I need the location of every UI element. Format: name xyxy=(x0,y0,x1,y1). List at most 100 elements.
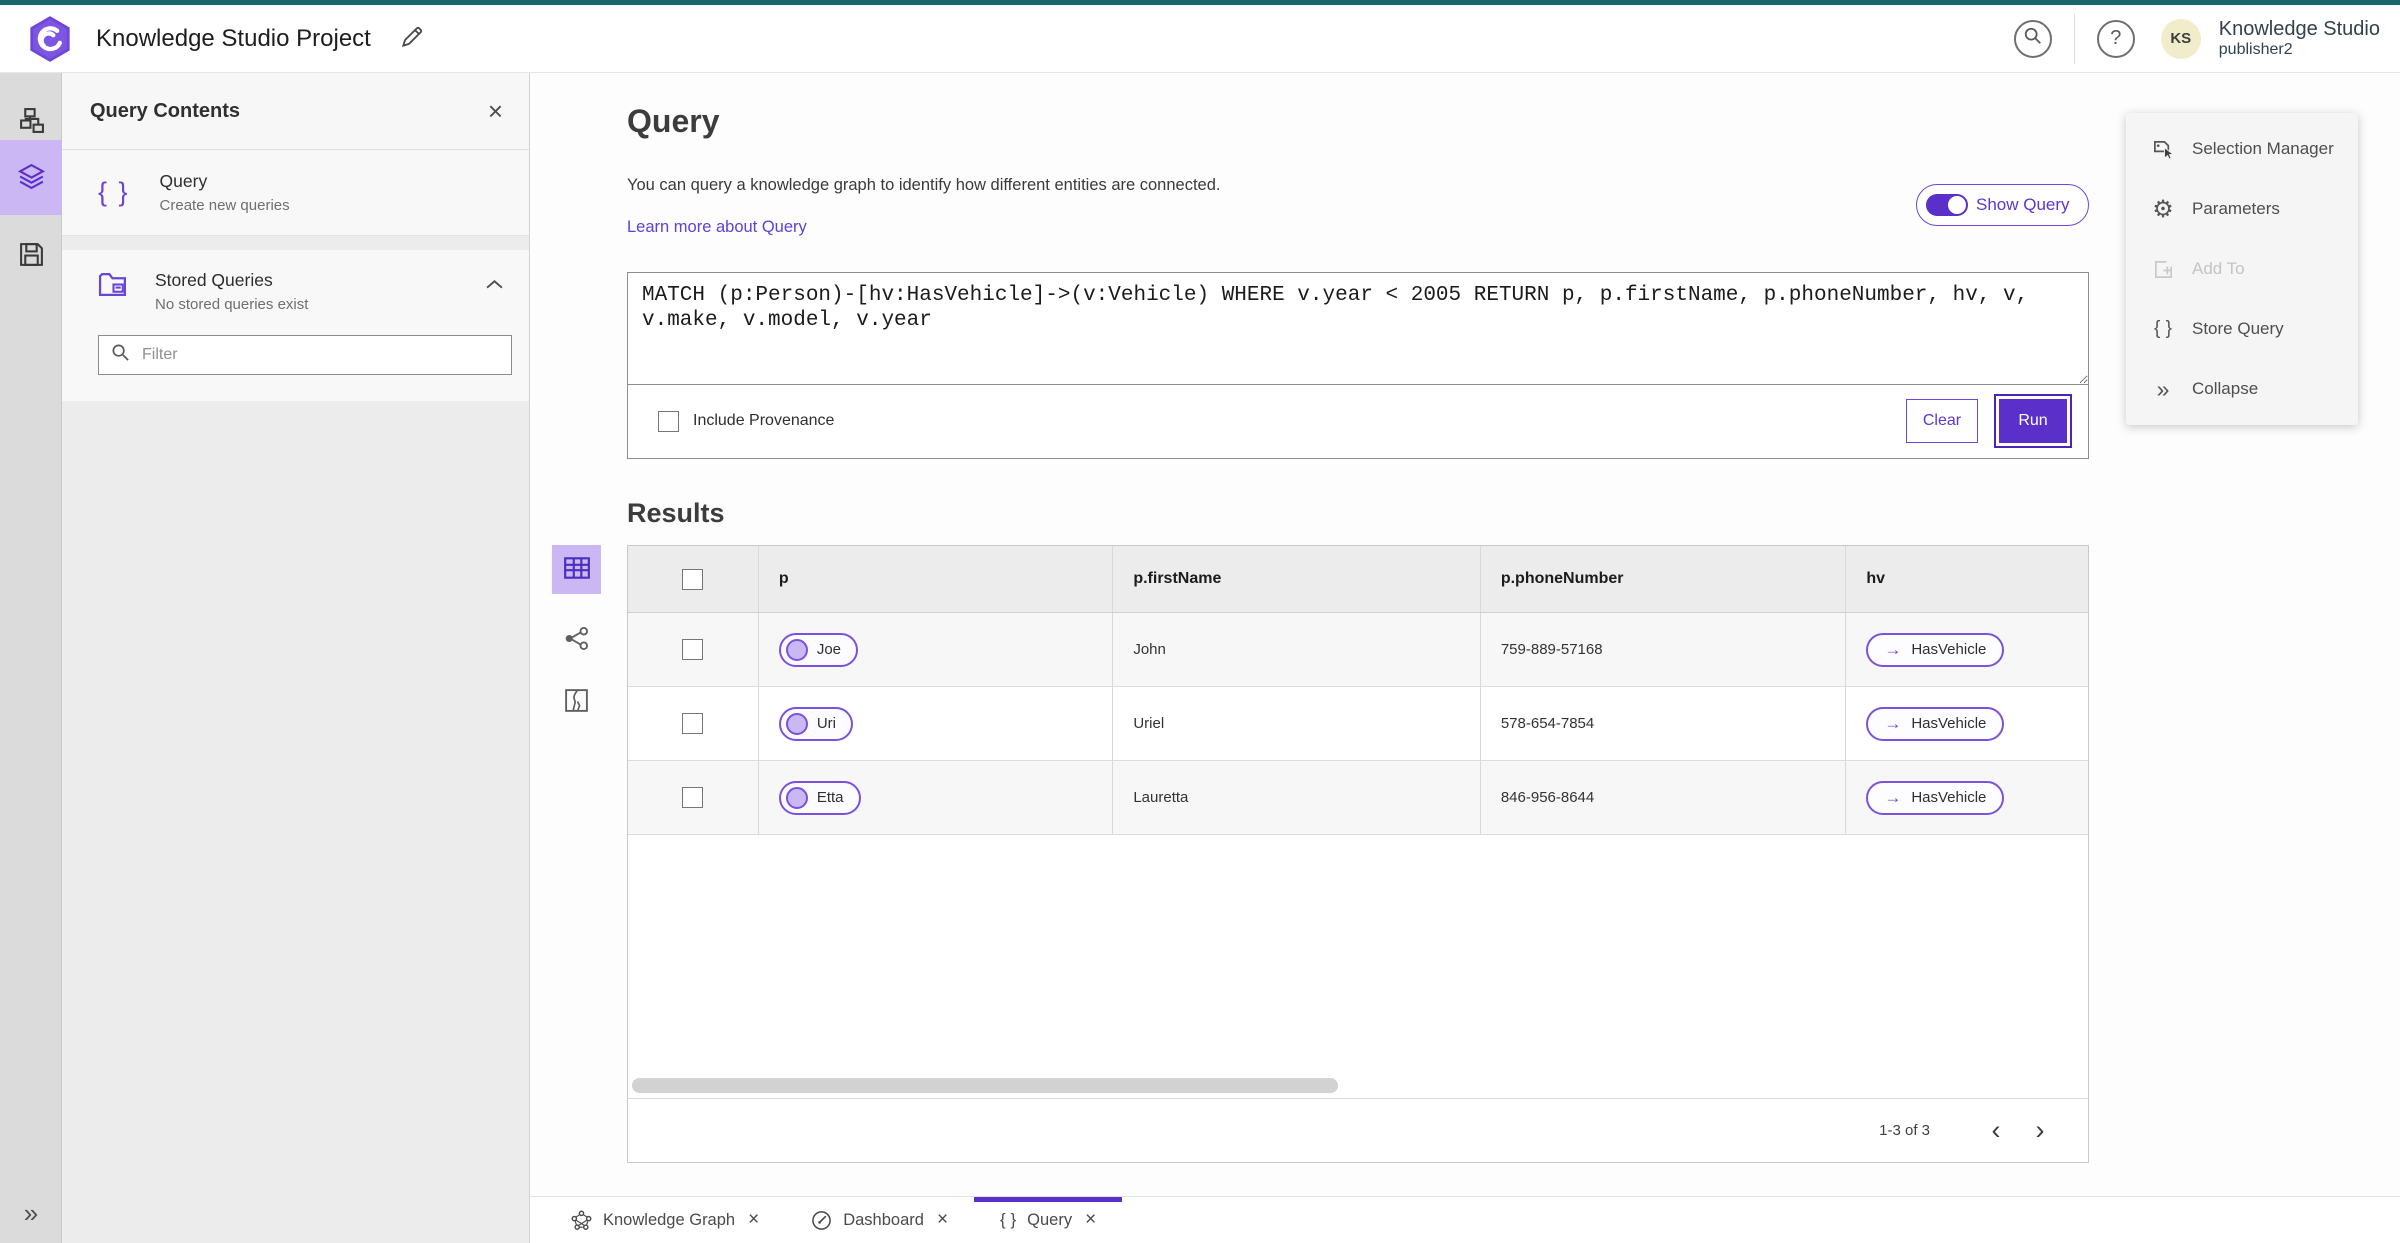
relationship-pill[interactable]: → HasVehicle xyxy=(1866,780,2005,815)
query-text-input[interactable]: MATCH (p:Person)-[hv:HasVehicle]->(v:Veh… xyxy=(628,273,2088,385)
bottom-tab-bar: Knowledge Graph × Dashboard × { } Query … xyxy=(530,1196,2400,1243)
selection-manager-icon xyxy=(2148,138,2178,161)
include-provenance-checkbox[interactable] xyxy=(658,410,679,432)
row-checkbox[interactable] xyxy=(682,639,704,660)
close-icon[interactable]: × xyxy=(1085,1209,1096,1231)
close-icon[interactable]: × xyxy=(937,1209,948,1231)
app-header: Knowledge Studio Project ? KS Knowledge … xyxy=(0,0,2400,73)
stored-queries-header[interactable]: Stored Queries No stored queries exist xyxy=(98,270,503,313)
store-query-button[interactable]: { } Store Query xyxy=(2126,299,2358,359)
help-button[interactable]: ? xyxy=(2096,19,2135,58)
arrow-right-icon: → xyxy=(1884,713,1902,733)
table-view-button[interactable] xyxy=(552,545,601,594)
pagination-range: 1-3 of 3 xyxy=(1879,1122,1930,1139)
row-checkbox[interactable] xyxy=(682,787,704,808)
run-button[interactable]: Run xyxy=(1994,394,2072,448)
add-to-button[interactable]: Add To xyxy=(2126,239,2358,299)
user-info: Knowledge Studio publisher2 xyxy=(2219,18,2380,59)
next-page-button[interactable]: › xyxy=(2018,1115,2062,1146)
results-table: p p.firstName p.phoneNumber hv Joe John … xyxy=(627,545,2089,1163)
row-checkbox[interactable] xyxy=(682,713,704,734)
column-header-hv[interactable]: hv xyxy=(1846,546,2088,612)
help-icon: ? xyxy=(2110,27,2122,49)
table-pagination: 1-3 of 3 ‹ › xyxy=(628,1098,2088,1162)
relationship-pill[interactable]: → HasVehicle xyxy=(1866,706,2005,741)
arrow-right-icon: → xyxy=(1884,787,1902,807)
cell-phonenumber: 578-654-7854 xyxy=(1481,687,1847,760)
map-view-button[interactable] xyxy=(552,677,601,726)
entity-node-icon xyxy=(785,786,808,809)
header-divider xyxy=(2073,13,2075,64)
query-contents-panel: Query Contents × { } Query Create new qu… xyxy=(62,73,530,1243)
stored-queries-section: Stored Queries No stored queries exist xyxy=(62,250,529,401)
cell-firstname: Uriel xyxy=(1113,687,1481,760)
entity-pill[interactable]: Joe xyxy=(778,632,858,667)
tab-dashboard[interactable]: Dashboard × xyxy=(785,1197,974,1243)
table-row: Uri Uriel 578-654-7854 → HasVehicle xyxy=(628,687,2088,761)
rail-expand-button[interactable]: » xyxy=(0,1191,62,1235)
entity-pill[interactable]: Uri xyxy=(778,706,853,741)
entity-node-icon xyxy=(785,712,808,735)
add-to-icon xyxy=(2148,259,2178,280)
stored-queries-sublabel: No stored queries exist xyxy=(155,296,309,313)
column-header-p[interactable]: p xyxy=(759,546,1114,612)
table-row: Etta Lauretta 846-956-8644 → HasVehicle xyxy=(628,761,2088,835)
table-icon xyxy=(563,554,591,585)
save-icon xyxy=(18,241,45,271)
query-item-label: Query xyxy=(159,171,208,191)
edit-project-name-button[interactable] xyxy=(399,24,425,53)
panel-close-button[interactable]: × xyxy=(488,96,503,127)
search-icon xyxy=(2023,26,2043,52)
avatar[interactable]: KS xyxy=(2160,18,2201,59)
clear-button[interactable]: Clear xyxy=(1906,399,1978,443)
network-icon xyxy=(563,625,590,655)
column-header-phonenumber[interactable]: p.phoneNumber xyxy=(1481,546,1847,612)
hierarchy-icon xyxy=(18,107,45,137)
filter-field xyxy=(98,335,512,375)
close-icon: × xyxy=(487,95,503,126)
tab-query[interactable]: { } Query × xyxy=(974,1197,1122,1243)
selection-manager-button[interactable]: Selection Manager xyxy=(2126,119,2358,179)
project-title: Knowledge Studio Project xyxy=(96,24,371,52)
horizontal-scrollbar[interactable] xyxy=(632,1078,1338,1093)
username: publisher2 xyxy=(2218,40,2293,58)
app-window: Knowledge Studio Project ? KS Knowledge … xyxy=(0,0,2400,1243)
page-title: Query xyxy=(627,103,720,139)
panel-title: Query Contents xyxy=(90,99,241,122)
gear-icon: ⚙ xyxy=(2152,195,2174,223)
product-name: Knowledge Studio xyxy=(2218,17,2380,40)
rail-contents-button[interactable] xyxy=(0,140,62,215)
collapse-section-button[interactable] xyxy=(486,278,503,293)
close-icon[interactable]: × xyxy=(748,1209,759,1231)
results-title: Results xyxy=(627,498,725,528)
table-header-row: p p.firstName p.phoneNumber hv xyxy=(628,546,2088,613)
show-query-toggle[interactable]: Show Query xyxy=(1916,184,2089,226)
sidebar-item-query[interactable]: { } Query Create new queries xyxy=(62,150,529,236)
double-chevron-right-icon: » xyxy=(2156,375,2170,402)
cell-firstname: Lauretta xyxy=(1113,761,1481,834)
collapse-menu-button[interactable]: » Collapse xyxy=(2126,359,2358,419)
double-chevron-right-icon: » xyxy=(23,1197,39,1228)
stored-queries-folder-icon xyxy=(98,270,129,304)
cell-firstname: John xyxy=(1113,613,1481,686)
rail-save-button[interactable] xyxy=(0,225,62,287)
relationship-pill[interactable]: → HasVehicle xyxy=(1866,632,2005,667)
header-actions: ? KS Knowledge Studio publisher2 xyxy=(2013,13,2380,64)
filter-input[interactable] xyxy=(142,346,499,364)
learn-more-link[interactable]: Learn more about Query xyxy=(627,218,807,237)
include-provenance-label: Include Provenance xyxy=(693,412,835,429)
previous-page-button[interactable]: ‹ xyxy=(1974,1115,2018,1146)
select-all-checkbox[interactable] xyxy=(682,568,704,590)
tools-menu: Selection Manager ⚙ Parameters Add To { … xyxy=(2126,113,2358,425)
column-header-firstname[interactable]: p.firstName xyxy=(1113,546,1481,612)
tab-knowledge-graph[interactable]: Knowledge Graph × xyxy=(545,1197,785,1243)
query-description: You can query a knowledge graph to ident… xyxy=(627,176,1221,194)
braces-icon: { } xyxy=(2154,318,2172,339)
parameters-button[interactable]: ⚙ Parameters xyxy=(2126,179,2358,239)
chevron-right-icon: › xyxy=(2035,1115,2045,1145)
show-query-label: Show Query xyxy=(1976,195,2070,214)
entity-pill[interactable]: Etta xyxy=(778,780,861,815)
network-view-button[interactable] xyxy=(552,615,601,664)
search-button[interactable] xyxy=(2013,19,2052,58)
query-editor: MATCH (p:Person)-[hv:HasVehicle]->(v:Veh… xyxy=(627,272,2089,459)
